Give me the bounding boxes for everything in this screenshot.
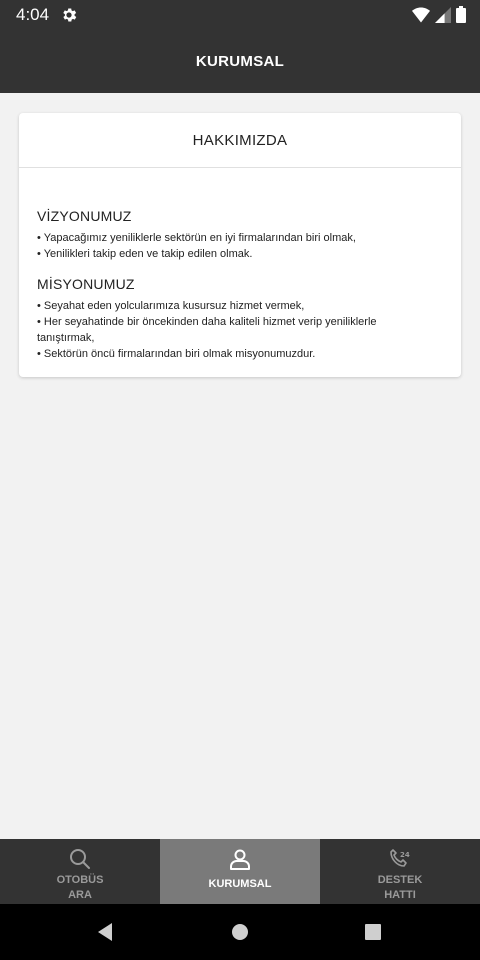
nav-label: HATTI: [384, 889, 416, 901]
nav-label: ARA: [68, 889, 92, 901]
status-time: 4:04: [16, 5, 50, 24]
nav-label: KURUMSAL: [208, 878, 272, 890]
home-icon[interactable]: [230, 922, 250, 942]
svg-text:24: 24: [400, 851, 410, 859]
recent-apps-icon[interactable]: [363, 922, 383, 942]
status-bar: 4:04: [0, 0, 480, 30]
mission-line: • Seyahat eden yolcularımıza kusursuz hi…: [37, 300, 305, 312]
settings-gear-icon: [63, 8, 77, 22]
bottom-navigation: OTOBÜS ARA KURUMSAL 24 DESTEK HATTI: [0, 839, 480, 904]
back-icon[interactable]: [96, 922, 116, 942]
search-icon: [70, 849, 90, 869]
nav-label: OTOBÜS: [56, 874, 104, 886]
vision-line: • Yapacağımız yeniliklerle sektörün en i…: [37, 232, 356, 244]
nav-item-bus-search[interactable]: OTOBÜS ARA: [0, 839, 160, 904]
mission-line: • Her seyahatinde bir öncekinden daha ka…: [37, 316, 377, 328]
nav-item-corporate[interactable]: KURUMSAL: [160, 839, 320, 904]
wifi-icon: [412, 7, 430, 22]
vision-line: • Yenilikleri takip eden ve takip edilen…: [37, 248, 253, 260]
mission-heading: MİSYONUMUZ: [37, 276, 135, 292]
app-bar: KURUMSAL: [0, 30, 480, 93]
page-title: KURUMSAL: [195, 53, 285, 70]
status-indicators: [412, 6, 466, 23]
nav-label: DESTEK: [377, 874, 423, 886]
battery-icon: [456, 6, 466, 23]
vision-heading: VİZYONUMUZ: [37, 208, 132, 224]
card-header: HAKKIMIZDA: [19, 113, 461, 168]
card-body: VİZYONUMUZ • Yapacağımız yeniliklerle se…: [19, 168, 461, 362]
about-card: HAKKIMIZDA VİZYONUMUZ • Yapacağımız yeni…: [19, 113, 461, 377]
user-icon: [230, 849, 250, 870]
mission-line: • Sektörün öncü firmalarından biri olmak…: [37, 348, 316, 360]
mission-line: tanıştırmak,: [37, 332, 95, 344]
card-title: HAKKIMIZDA: [192, 131, 288, 149]
system-navigation-bar: [0, 904, 480, 960]
nav-item-support-line[interactable]: 24 DESTEK HATTI: [320, 839, 480, 904]
signal-icon: [435, 6, 451, 23]
support-24-icon: 24: [390, 849, 410, 867]
